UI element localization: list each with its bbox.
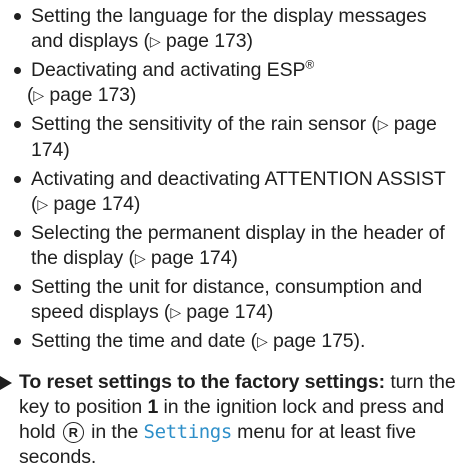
settings-bullet-list: Setting the language for the display mes… xyxy=(12,4,457,358)
registered-mark: ® xyxy=(305,57,315,72)
bullet-dot-icon xyxy=(14,13,21,20)
page-reference-triangle-icon: ▷ xyxy=(134,249,146,266)
page-reference: page 174) xyxy=(48,192,141,215)
page-reference-triangle-icon: ▷ xyxy=(170,303,181,320)
instruction-body: To reset settings to the factory setting… xyxy=(0,370,458,470)
page-reference-triangle-icon: ▷ xyxy=(377,116,389,133)
bullet-dot-icon xyxy=(14,283,21,291)
page-reference: page 173) xyxy=(44,84,137,107)
page-reference: page 174) xyxy=(145,246,238,269)
key-position: 1 xyxy=(147,396,159,418)
bullet-dot-icon xyxy=(14,338,21,346)
instruction-text: in the xyxy=(85,421,144,443)
page-reference: page 174) xyxy=(180,300,274,323)
list-item: Setting the time and date (▷ page 175). xyxy=(12,329,457,355)
reset-instruction: To reset settings to the factory setting… xyxy=(0,370,458,470)
item-text: Setting the sensitivity of the rain sens… xyxy=(31,113,378,136)
page-reference-triangle-icon: ▷ xyxy=(33,87,45,104)
bullet-dot-icon xyxy=(14,229,21,237)
page-reference-triangle-icon: ▷ xyxy=(37,195,49,212)
settings-menu-name: Settings xyxy=(143,421,233,443)
bullet-dot-icon xyxy=(14,67,21,75)
page-reference: page 175). xyxy=(267,330,366,353)
list-item: Setting the language for the display mes… xyxy=(12,4,457,55)
item-text: Selecting the permanent display in the h… xyxy=(31,221,445,269)
reset-key-icon: R xyxy=(62,422,84,443)
item-text: Setting the time and date ( xyxy=(31,330,258,353)
bullet-dot-icon xyxy=(14,175,21,183)
instruction-arrow-icon xyxy=(0,376,12,390)
list-item: Activating and deactivating ATTENTION AS… xyxy=(12,167,457,218)
list-item: Deactivating and activating ESP® (▷ page… xyxy=(12,58,457,109)
manual-page: Setting the language for the display mes… xyxy=(0,0,461,475)
instruction-heading: To reset settings to the factory setting… xyxy=(19,371,385,393)
list-item: Selecting the permanent display in the h… xyxy=(12,221,457,272)
bullet-dot-icon xyxy=(14,121,21,129)
item-text: Deactivating and activating ESP xyxy=(31,59,306,82)
page-reference-triangle-icon: ▷ xyxy=(149,33,161,49)
page-reference-triangle-icon: ▷ xyxy=(257,333,268,350)
page-reference: page 173) xyxy=(160,30,253,52)
list-item: Setting the sensitivity of the rain sens… xyxy=(12,112,457,163)
list-item: Setting the unit for distance, consumpti… xyxy=(12,275,457,326)
